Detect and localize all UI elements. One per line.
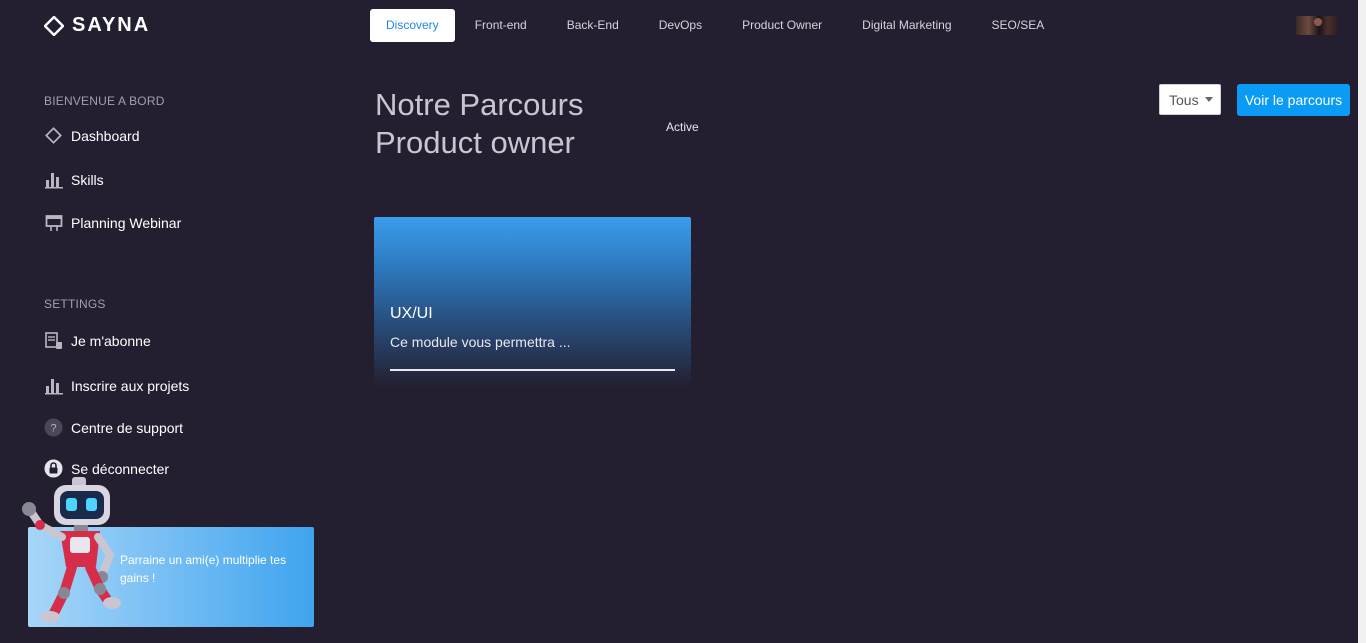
sidebar-item-label: Planning Webinar [71, 214, 182, 231]
module-card[interactable]: UX/UI Ce module vous permettra ... [374, 217, 691, 387]
sidebar-item-projects[interactable]: Inscrire aux projets [44, 376, 189, 395]
tab-seo-sea[interactable]: SEO/SEA [972, 9, 1065, 42]
sidebar-item-label: Je m'abonne [71, 332, 151, 349]
section-label-settings: SETTINGS [44, 297, 106, 311]
category-tabs: Discovery Front-end Back-End DevOps Prod… [370, 9, 1064, 42]
sidebar-item-subscribe[interactable]: Je m'abonne [44, 331, 151, 350]
sidebar-item-support[interactable]: ? Centre de support [44, 418, 183, 437]
sidebar-item-label: Dashboard [71, 127, 140, 144]
filter-selected-value: Tous [1169, 91, 1199, 108]
dashboard-icon [44, 126, 63, 145]
sidebar-item-label: Skills [71, 171, 104, 188]
filter-dropdown[interactable]: Tous [1159, 84, 1221, 115]
sidebar-item-skills[interactable]: Skills [44, 170, 104, 189]
user-avatar[interactable] [1296, 16, 1338, 35]
svg-text:?: ? [50, 423, 56, 435]
section-label-welcome: BIENVENUE A BORD [44, 94, 165, 108]
tab-discovery[interactable]: Discovery [370, 9, 455, 42]
tab-front-end[interactable]: Front-end [455, 9, 547, 42]
tab-digital-marketing[interactable]: Digital Marketing [842, 9, 971, 42]
referral-text: Parraine un ami(e) multiplie tes gains ! [120, 553, 287, 585]
help-icon: ? [44, 418, 63, 437]
status-label: Active [666, 120, 699, 134]
tab-back-end[interactable]: Back-End [547, 9, 639, 42]
tab-product-owner[interactable]: Product Owner [722, 9, 842, 42]
chevron-down-icon [1204, 97, 1213, 102]
sidebar-item-label: Centre de support [71, 419, 184, 436]
module-progress-bar [390, 369, 675, 371]
robot-mascot-icon [22, 477, 121, 623]
sidebar-item-label: Inscrire aux projets [71, 377, 190, 394]
sidebar-item-dashboard[interactable]: Dashboard [44, 126, 140, 145]
bar-chart-icon [44, 170, 63, 189]
page-title: Notre Parcours Product owner [375, 87, 584, 160]
sidebar-item-planning-webinar[interactable]: Planning Webinar [44, 213, 181, 232]
view-path-button[interactable]: Voir le parcours [1237, 84, 1350, 116]
page-scrollbar[interactable] [1358, 0, 1366, 643]
bar-chart-icon [44, 376, 63, 395]
module-title: UX/UI [390, 305, 433, 322]
tab-devops[interactable]: DevOps [639, 9, 722, 42]
subscribe-icon [44, 331, 63, 350]
module-description: Ce module vous permettra ... [390, 334, 571, 350]
calendar-icon [44, 213, 63, 232]
